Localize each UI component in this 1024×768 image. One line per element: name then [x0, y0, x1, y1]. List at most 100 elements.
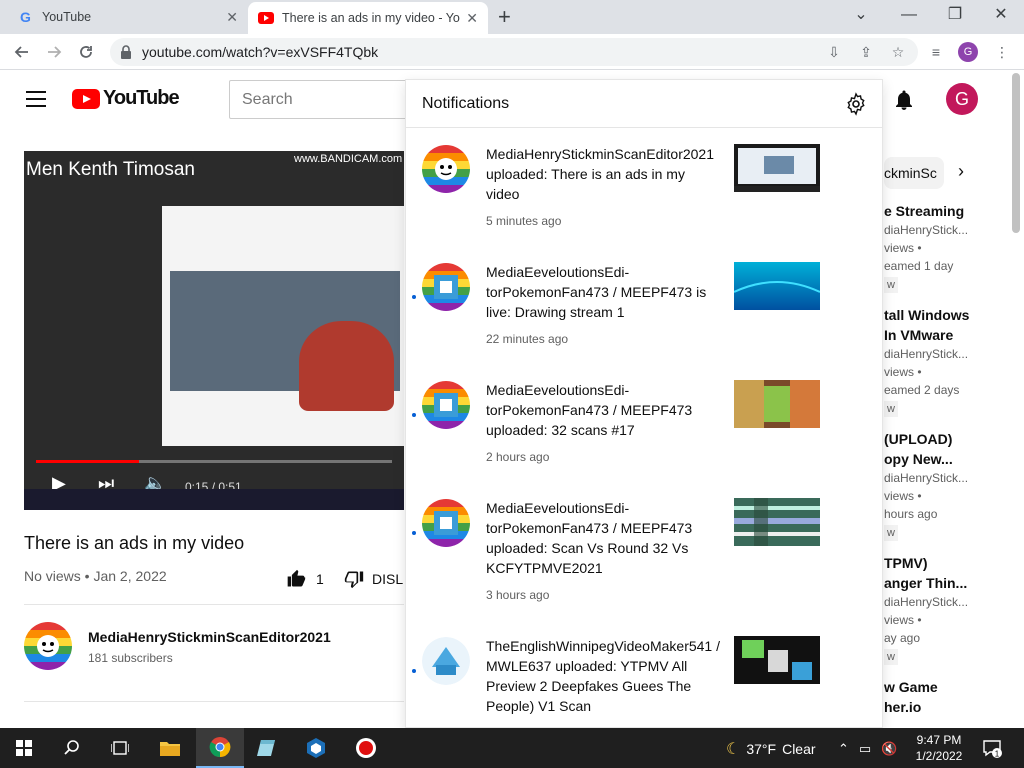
- progress-fill: [36, 460, 140, 463]
- notification-thumbnail: [734, 144, 820, 192]
- weather-widget[interactable]: ☾ 37°F Clear: [726, 739, 816, 759]
- chevron-right-icon[interactable]: ›: [958, 161, 964, 182]
- search-input[interactable]: Search: [229, 80, 419, 119]
- chevron-up-icon[interactable]: ⌃: [838, 741, 849, 757]
- notification-text: MediaEeveloutionsEdi-torPokemonFan473 / …: [486, 382, 693, 438]
- notifications-title: Notifications: [422, 95, 510, 112]
- address-bar[interactable]: youtube.com/watch?v=exVSFF4TQbk: [110, 38, 918, 66]
- youtube-play-icon: [72, 88, 100, 109]
- video-subject: [299, 321, 394, 411]
- close-tab-icon[interactable]: ✕: [466, 10, 478, 27]
- notifications-header: Notifications: [406, 80, 882, 128]
- action-center-icon[interactable]: 1: [982, 738, 1002, 763]
- video-title: There is an ads in my video: [24, 533, 245, 553]
- profile-button[interactable]: G: [958, 42, 978, 62]
- channel-avatar: [422, 499, 470, 547]
- browser-tab-strip: G YouTube ✕ There is an ads in my video …: [0, 0, 1024, 34]
- url-text: youtube.com/watch?v=exVSFF4TQbk: [142, 44, 379, 60]
- back-icon[interactable]: [10, 40, 34, 64]
- tab-search-icon[interactable]: ⌄: [838, 4, 884, 26]
- install-icon[interactable]: ⇩: [824, 42, 844, 62]
- reload-icon[interactable]: [74, 40, 98, 64]
- notification-age: 22 minutes ago: [486, 332, 569, 346]
- account-avatar[interactable]: G: [946, 83, 978, 115]
- network-icon[interactable]: ▭: [859, 741, 871, 757]
- notification-thumbnail: [734, 636, 820, 684]
- notification-text: MediaEeveloutionsEdi-torPokemonFan473 / …: [486, 264, 707, 320]
- browser-menu-icon[interactable]: ⋮: [992, 42, 1012, 62]
- notification-item[interactable]: MediaEeveloutionsEdi-torPokemonFan473 / …: [406, 364, 882, 482]
- settings-gear-icon[interactable]: [844, 92, 868, 121]
- channel-avatar: [422, 381, 470, 429]
- notification-thumbnail: [734, 498, 820, 546]
- browser-toolbar: youtube.com/watch?v=exVSFF4TQbk ⇩ ⇪ ☆ ≡ …: [0, 34, 1024, 70]
- progress-bar[interactable]: [36, 460, 392, 463]
- notification-text: MediaEeveloutionsEdi-torPokemonFan473 / …: [486, 500, 693, 576]
- share-icon[interactable]: ⇪: [856, 42, 876, 62]
- bandicam-icon[interactable]: [342, 728, 390, 768]
- system-tray: ⌃ ▭ 🔇: [838, 741, 897, 757]
- notification-item[interactable]: MediaHenryStickminScanEditor2021 uploade…: [406, 128, 882, 246]
- svg-text:G: G: [20, 9, 31, 25]
- restore-button[interactable]: ❐: [932, 4, 978, 26]
- new-badge: w: [884, 277, 898, 293]
- file-explorer-icon[interactable]: [146, 728, 194, 768]
- virtualbox-icon[interactable]: [292, 728, 340, 768]
- page-scrollbar[interactable]: [1012, 73, 1020, 233]
- tab-title: YouTube: [42, 10, 92, 24]
- close-window-button[interactable]: ✕: [978, 4, 1024, 26]
- filter-chip[interactable]: ckminSc: [884, 157, 944, 189]
- profile-avatar: G: [958, 42, 978, 62]
- minimize-button[interactable]: —: [886, 4, 932, 26]
- notification-thumbnail: [734, 262, 820, 310]
- task-view-icon[interactable]: [96, 728, 144, 768]
- new-badge: w: [884, 649, 898, 665]
- channel-name[interactable]: MediaHenryStickminScanEditor2021: [88, 629, 331, 645]
- related-video-item[interactable]: (UPLOAD) opy New... diaHenryStick... vie…: [884, 429, 1010, 541]
- notes-app-icon[interactable]: [244, 728, 292, 768]
- related-video-item[interactable]: e Streaming diaHenryStick... views • eam…: [884, 201, 1010, 293]
- volume-muted-icon[interactable]: 🔇: [881, 741, 897, 757]
- new-tab-button[interactable]: +: [498, 6, 511, 28]
- notification-item[interactable]: MediaEeveloutionsEdi-torPokemonFan473 / …: [406, 482, 882, 602]
- subscriber-count: 181 subscribers: [88, 651, 173, 665]
- related-video-item[interactable]: TPMV) anger Thin... diaHenryStick... vie…: [884, 553, 1010, 665]
- weather-temp: 37°F: [746, 741, 777, 757]
- video-player[interactable]: Men Kenth Timosan www.BANDICAM.com ▶ ⏭ 🔈…: [24, 151, 404, 510]
- notifications-panel: Notifications MediaHenryStickminScanEdit…: [405, 79, 883, 728]
- divider: [24, 604, 404, 605]
- channel-avatar[interactable]: [24, 622, 72, 670]
- tab-video[interactable]: There is an ads in my video - You ✕: [248, 2, 488, 34]
- search-icon[interactable]: [48, 728, 96, 768]
- chrome-icon[interactable]: [196, 728, 244, 768]
- unread-dot: [412, 295, 416, 299]
- recorded-taskbar: [24, 489, 404, 510]
- close-tab-icon[interactable]: ✕: [226, 9, 238, 26]
- notification-item[interactable]: MediaEeveloutionsEdi-torPokemonFan473 / …: [406, 246, 882, 364]
- dislike-button[interactable]: DISL: [344, 569, 403, 589]
- forward-icon[interactable]: [42, 40, 66, 64]
- channel-avatar: [422, 637, 470, 685]
- windows-taskbar: ☾ 37°F Clear ⌃ ▭ 🔇 9:47 PM 1/2/2022 1: [0, 728, 1024, 768]
- notifications-bell-icon[interactable]: [892, 88, 916, 117]
- media-control-icon[interactable]: ≡: [926, 42, 946, 62]
- youtube-icon: [258, 10, 274, 26]
- related-video-item[interactable]: tall Windows In VMware diaHenryStick... …: [884, 305, 1010, 417]
- thumbs-up-icon: [287, 569, 306, 587]
- dislike-label: DISL: [372, 571, 404, 587]
- clock[interactable]: 9:47 PM 1/2/2022: [906, 732, 972, 764]
- unread-dot: [412, 669, 416, 673]
- bookmark-star-icon[interactable]: ☆: [888, 42, 908, 62]
- related-videos: ckminSc › e Streaming diaHenryStick... v…: [884, 151, 1010, 728]
- notification-text: MediaHenryStickminScanEditor2021 uploade…: [486, 146, 714, 202]
- thumbs-down-icon: [344, 571, 364, 589]
- tab-youtube[interactable]: G YouTube ✕: [8, 0, 248, 34]
- notification-age: 5 minutes ago: [486, 214, 562, 228]
- like-button[interactable]: 1: [286, 569, 324, 589]
- notification-text: TheEnglishWinnipegVideoMaker541 / MWLE63…: [486, 638, 720, 714]
- related-video-item[interactable]: w Game her.io: [884, 677, 1010, 717]
- start-windows-icon[interactable]: [0, 728, 48, 768]
- notification-item[interactable]: TheEnglishWinnipegVideoMaker541 / MWLE63…: [406, 620, 882, 727]
- menu-icon[interactable]: [26, 91, 46, 112]
- youtube-logo[interactable]: YouTube: [72, 87, 180, 110]
